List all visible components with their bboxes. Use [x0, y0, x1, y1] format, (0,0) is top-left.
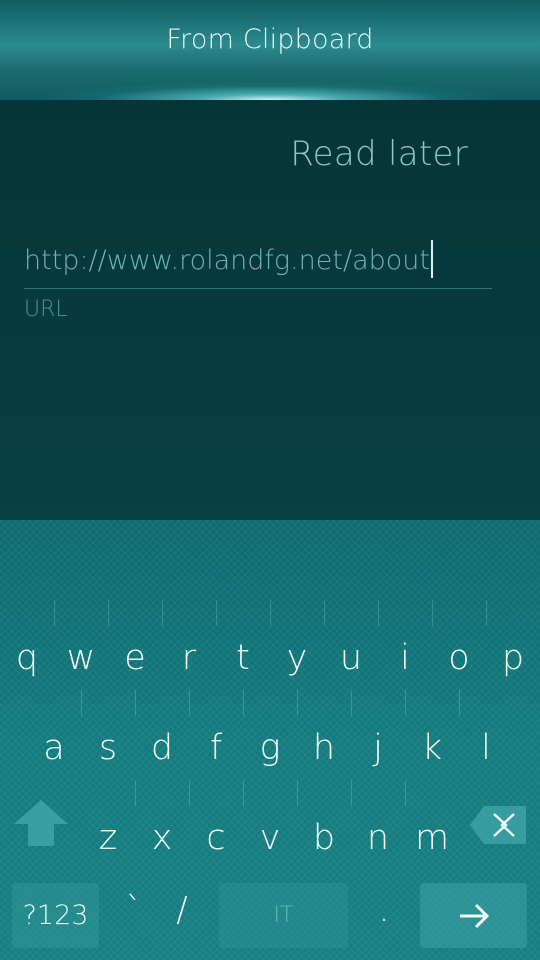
key-label: v: [259, 818, 281, 858]
key-label: i: [400, 638, 410, 678]
key-p[interactable]: p: [486, 618, 540, 698]
symbols-key[interactable]: ?123: [12, 883, 99, 948]
key-separator: [135, 690, 136, 716]
key-separator: [243, 690, 244, 716]
shift-key[interactable]: [12, 798, 70, 850]
key-l[interactable]: l: [459, 708, 513, 788]
key-label: t: [236, 638, 250, 678]
enter-key[interactable]: [420, 883, 527, 948]
key-label: m: [414, 818, 450, 858]
key-n[interactable]: n: [351, 798, 405, 878]
key-label: w: [66, 638, 96, 678]
key-label: r: [181, 638, 197, 678]
backspace-icon: [470, 806, 526, 844]
key-separator: [216, 600, 217, 626]
key-label: g: [259, 728, 281, 768]
key-label: k: [421, 728, 443, 768]
key-d[interactable]: d: [135, 708, 189, 788]
key-label: s: [98, 728, 118, 768]
key-u[interactable]: u: [324, 618, 378, 698]
key-label: b: [312, 818, 336, 858]
key-j[interactable]: j: [351, 708, 405, 788]
key-label: o: [448, 638, 470, 678]
key-separator: [405, 780, 406, 806]
key-o[interactable]: o: [432, 618, 486, 698]
key-label: e: [124, 638, 146, 678]
key-label: d: [150, 728, 174, 768]
key-h[interactable]: h: [297, 708, 351, 788]
period-key[interactable]: .: [364, 890, 404, 930]
key-a[interactable]: a: [27, 708, 81, 788]
pulley-header: From Clipboard: [0, 0, 540, 100]
url-input[interactable]: http://www.rolandfg.net/about: [24, 240, 433, 280]
key-separator: [405, 690, 406, 716]
key-t[interactable]: t: [216, 618, 270, 698]
key-v[interactable]: v: [243, 798, 297, 878]
key-label: x: [151, 818, 173, 858]
key-s[interactable]: s: [81, 708, 135, 788]
backspace-key[interactable]: [468, 802, 530, 848]
key-label: u: [339, 638, 363, 678]
key-separator: [189, 780, 190, 806]
key-c[interactable]: c: [189, 798, 243, 878]
shift-arrow-icon: [14, 800, 68, 846]
url-field[interactable]: http://www.rolandfg.net/about: [24, 240, 492, 289]
key-separator: [54, 600, 55, 626]
read-later-button[interactable]: Read later: [290, 134, 468, 174]
key-separator: [81, 690, 82, 716]
key-separator: [162, 600, 163, 626]
key-label: h: [312, 728, 336, 768]
backtick-key[interactable]: `: [114, 890, 154, 930]
key-q[interactable]: q: [0, 618, 54, 698]
key-label: l: [481, 728, 491, 768]
key-x[interactable]: x: [135, 798, 189, 878]
key-z[interactable]: z: [81, 798, 135, 878]
key-separator: [351, 690, 352, 716]
key-label: f: [209, 728, 223, 768]
key-separator: [297, 690, 298, 716]
key-i[interactable]: i: [378, 618, 432, 698]
key-y[interactable]: y: [270, 618, 324, 698]
key-label: j: [373, 728, 383, 768]
key-separator: [378, 600, 379, 626]
key-k[interactable]: k: [405, 708, 459, 788]
key-separator: [486, 600, 487, 626]
key-label: q: [15, 638, 39, 678]
key-label: a: [43, 728, 65, 768]
key-label: y: [286, 638, 308, 678]
key-b[interactable]: b: [297, 798, 351, 878]
page-title: From Clipboard: [166, 24, 374, 55]
key-label: z: [98, 818, 118, 858]
key-separator: [108, 600, 109, 626]
key-separator: [135, 780, 136, 806]
key-m[interactable]: m: [405, 798, 459, 878]
key-separator: [432, 600, 433, 626]
key-r[interactable]: r: [162, 618, 216, 698]
key-separator: [351, 780, 352, 806]
url-input-value: http://www.rolandfg.net/about: [24, 245, 430, 276]
key-g[interactable]: g: [243, 708, 297, 788]
virtual-keyboard: qwertyuiop asdfghjkl zxcvbnm ?123 ` / IT…: [0, 520, 540, 960]
url-field-label: URL: [24, 297, 68, 322]
key-separator: [324, 600, 325, 626]
key-separator: [189, 690, 190, 716]
key-separator: [297, 780, 298, 806]
key-separator: [243, 780, 244, 806]
key-label: n: [366, 818, 390, 858]
key-f[interactable]: f: [189, 708, 243, 788]
key-label: c: [206, 818, 226, 858]
space-key[interactable]: IT: [219, 883, 348, 948]
key-e[interactable]: e: [108, 618, 162, 698]
text-cursor: [431, 240, 433, 278]
key-separator: [270, 600, 271, 626]
key-w[interactable]: w: [54, 618, 108, 698]
slash-key[interactable]: /: [162, 890, 202, 930]
key-label: p: [501, 638, 525, 678]
key-separator: [459, 690, 460, 716]
arrow-right-icon: [460, 903, 490, 929]
